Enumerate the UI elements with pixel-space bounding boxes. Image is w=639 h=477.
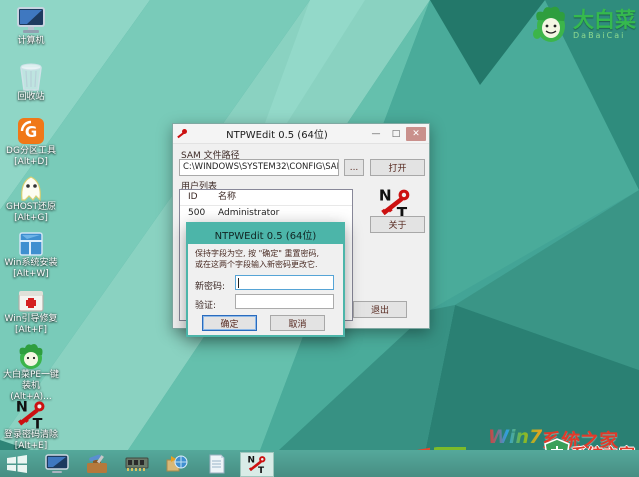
cabbage-icon — [19, 344, 43, 369]
user-id: 500 — [188, 208, 206, 218]
browse-button[interactable]: ... — [344, 159, 364, 176]
taskbar: N T — [0, 450, 639, 477]
maximize-button[interactable]: □ — [386, 127, 406, 141]
password-dialog: NTPWEdit 0.5 (64位) 保持字段为空, 按 "确定" 重置密码, … — [186, 222, 345, 337]
column-name: 名称 — [218, 192, 237, 202]
desktop-icon-dg-partition[interactable]: G DG分区工具 [Alt+D] — [2, 116, 60, 168]
recycle-bin-icon — [20, 63, 42, 91]
toolbox-icon — [87, 454, 107, 473]
icon-label: Win系统安装 — [4, 258, 58, 268]
key-icon — [177, 128, 187, 138]
setup-icon — [166, 455, 188, 471]
dabaicai-name: 大白菜 — [573, 7, 636, 32]
ntpwedit-titlebar[interactable]: NTPWEdit 0.5 (64位) — □ ✕ — [173, 124, 429, 144]
icon-label: 回收站 — [17, 92, 45, 102]
svg-text:T: T — [33, 416, 43, 430]
dialog-title: NTPWEdit 0.5 (64位) — [214, 230, 317, 242]
icon-label: [Alt+D] — [14, 157, 48, 167]
desktop-icon-dabaicai-pe[interactable]: 大白菜PE一键 装机(Alt+A)... — [2, 342, 60, 403]
window-title: NTPWEdit 0.5 (64位) — [226, 130, 328, 141]
taskbar-memory-button[interactable] — [120, 450, 154, 477]
computer-icon — [17, 7, 45, 33]
exit-button[interactable]: 退出 — [353, 301, 407, 318]
desktop: 大白菜 DaBaiCai 计算机 回收站 G DG分区工具 [Alt+D] GH… — [0, 0, 639, 477]
user-list-header[interactable]: ID 名称 — [180, 190, 352, 206]
cabbage-mascot-icon — [533, 6, 565, 42]
taskbar-notepad-button[interactable] — [200, 450, 234, 477]
icon-label: [Alt+W] — [13, 269, 49, 279]
first-aid-kit-icon — [18, 291, 44, 312]
instruction-line-2: 或在这两个字段输入新密码更改它. — [195, 260, 318, 269]
about-button[interactable]: 关于 — [370, 216, 425, 233]
icon-label: [Alt+F] — [15, 325, 47, 335]
icon-label: GHOST还原 — [5, 202, 57, 212]
taskbar-ntpwedit-button[interactable]: N T — [240, 451, 274, 477]
computer-icon — [45, 453, 69, 473]
desktop-icon-password-clear[interactable]: N T 登录密码清除 [Alt+E] — [2, 398, 60, 452]
memory-chip-icon — [125, 457, 149, 471]
user-row-administrator[interactable]: 500 Administrator — [180, 206, 352, 221]
ok-button[interactable]: 确定 — [202, 315, 257, 331]
desktop-icon-win-install[interactable]: Win系统安装 [Alt+W] — [2, 230, 60, 280]
desktop-icon-recycle-bin[interactable]: 回收站 — [2, 60, 60, 103]
icon-label: 计算机 — [17, 36, 45, 46]
taskbar-tools-button[interactable] — [80, 450, 114, 477]
dg-partition-icon: G — [18, 118, 44, 144]
desktop-icon-boot-repair[interactable]: Win引导修复 [Alt+F] — [2, 286, 60, 336]
desktop-icon-ghost-restore[interactable]: GHOST还原 [Alt+G] — [2, 172, 60, 224]
svg-text:N: N — [379, 186, 392, 204]
icon-label: DG分区工具 — [6, 146, 56, 156]
verify-label: 验证: — [195, 301, 217, 311]
icon-label: 登录密码清除 — [3, 430, 58, 440]
new-password-input[interactable] — [235, 275, 334, 290]
sam-path-input[interactable]: C:\WINDOWS\SYSTEM32\CONFIG\SAM — [179, 159, 339, 176]
dabaicai-logo: 大白菜 DaBaiCai — [533, 4, 636, 44]
verify-input[interactable] — [235, 294, 334, 309]
taskbar-computer-button[interactable] — [40, 450, 74, 477]
svg-text:G: G — [25, 123, 37, 141]
svg-text:T: T — [258, 466, 265, 474]
notepad-icon — [209, 454, 225, 473]
new-password-label: 新密码: — [195, 282, 226, 292]
desktop-icon-computer[interactable]: 计算机 — [2, 6, 60, 47]
ghost-icon — [21, 176, 41, 202]
instruction-line-1: 保持字段为空, 按 "确定" 重置密码, — [195, 249, 320, 258]
svg-text:N: N — [16, 399, 28, 415]
nt-logo: N T — [379, 186, 410, 220]
win-install-icon — [19, 232, 43, 256]
user-name: Administrator — [218, 208, 280, 218]
taskbar-setup-button[interactable] — [160, 450, 194, 477]
cancel-button[interactable]: 取消 — [270, 315, 325, 331]
dialog-titlebar[interactable]: NTPWEdit 0.5 (64位) — [188, 224, 343, 244]
open-button[interactable]: 打开 — [370, 159, 425, 176]
nt-key-icon: N T — [248, 455, 266, 474]
minimize-button[interactable]: — — [366, 127, 386, 141]
nt-key-icon: N T — [16, 399, 45, 430]
column-id: ID — [188, 192, 198, 202]
svg-text:N: N — [248, 455, 255, 465]
start-button[interactable] — [0, 450, 34, 477]
icon-label: 大白菜PE一键 — [2, 370, 60, 380]
text-caret — [238, 278, 239, 288]
icon-label: Win引导修复 — [4, 314, 58, 324]
windows-start-icon — [7, 454, 27, 473]
close-button[interactable]: ✕ — [406, 126, 426, 141]
icon-label: [Alt+G] — [14, 213, 48, 223]
